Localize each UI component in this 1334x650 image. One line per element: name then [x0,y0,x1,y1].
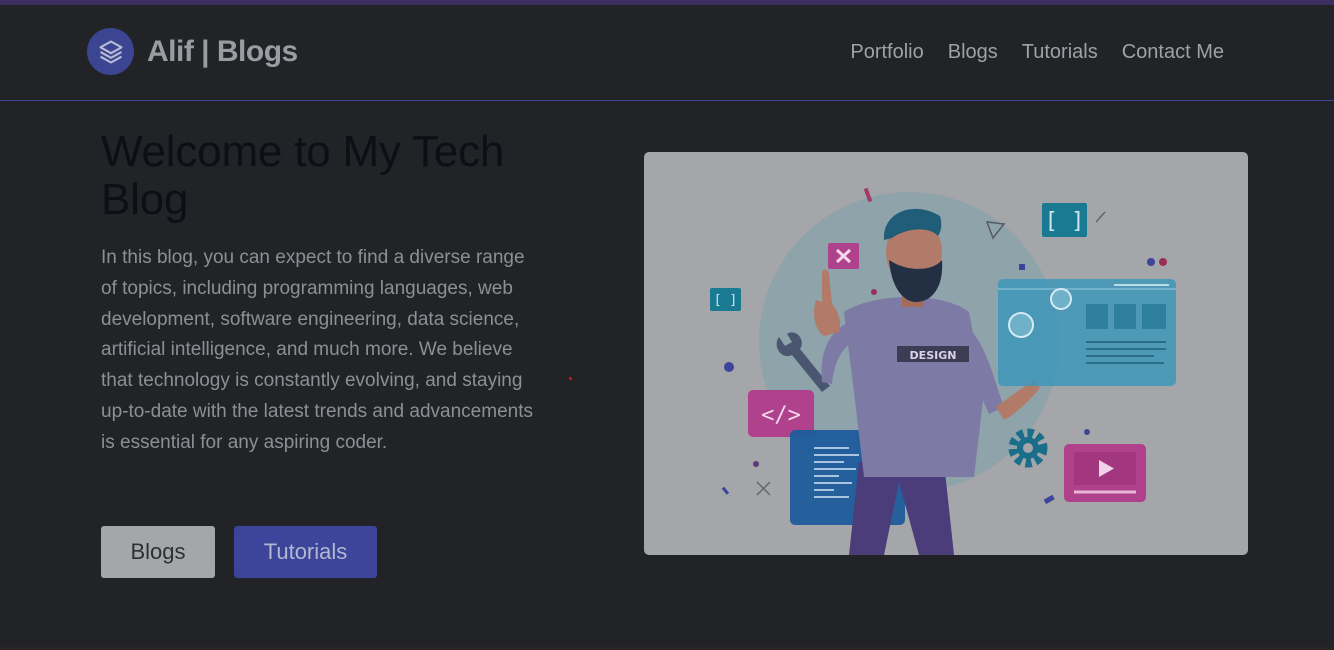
nav-contact[interactable]: Contact Me [1122,41,1224,64]
brackets-icon: [ ] [1042,203,1087,237]
hero-content: Welcome to My Tech Blog In this blog, yo… [101,128,541,459]
nav-menu: Portfolio Blogs Tutorials Contact Me [850,41,1224,64]
close-icon [828,243,859,269]
nav-tutorials[interactable]: Tutorials [1022,41,1098,64]
hero-illustration: [ ] [ ] </> DESIGN [644,152,1248,555]
blogs-button[interactable]: Blogs [101,526,215,578]
brand-name: Alif | Blogs [147,34,298,68]
hero-description: In this blog, you can expect to find a d… [101,247,533,453]
svg-text:</>: </> [761,403,801,428]
browser-window [998,279,1176,386]
code-tag-icon: </> [748,390,814,437]
video-player-icon [1064,444,1146,502]
brackets-icon: [ ] [710,288,741,311]
layers-icon [87,28,134,75]
tutorials-button[interactable]: Tutorials [234,526,377,578]
svg-text:[ ]: [ ] [1045,209,1085,234]
decorative-dot [569,377,572,380]
hero-buttons: Blogs Tutorials [101,526,377,578]
hero-title: Welcome to My Tech Blog [101,127,505,224]
svg-text:[ ]: [ ] [714,293,737,308]
navbar: Alif | Blogs Portfolio Blogs Tutorials C… [0,5,1334,101]
nav-blogs[interactable]: Blogs [948,41,998,64]
nav-portfolio[interactable]: Portfolio [850,41,923,64]
design-badge-text: DESIGN [910,349,957,362]
brand-link[interactable]: Alif | Blogs [87,28,298,75]
